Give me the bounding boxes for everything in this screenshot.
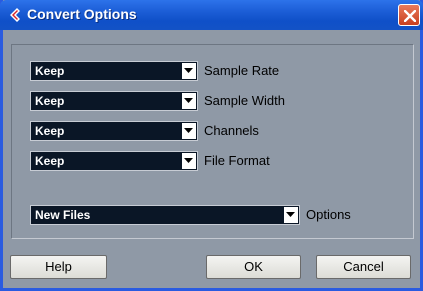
help-button[interactable]: Help [10, 255, 107, 279]
cancel-button[interactable]: Cancel [316, 255, 411, 279]
chevron-down-icon[interactable] [284, 207, 298, 223]
convert-options-dialog: Convert Options Keep Sample Rate Keep Sa… [0, 0, 423, 291]
sample-width-select[interactable]: Keep [30, 91, 198, 111]
file-format-value: Keep [35, 154, 65, 168]
ok-button[interactable]: OK [206, 255, 301, 279]
sample-width-value: Keep [35, 94, 65, 108]
channels-value: Keep [35, 124, 65, 138]
files-row: New Files Options [30, 205, 390, 225]
chevron-down-icon[interactable] [182, 93, 196, 109]
channels-row: Keep Channels [30, 121, 330, 141]
close-button[interactable] [398, 4, 420, 26]
file-format-label: File Format [204, 153, 270, 168]
chevron-down-icon[interactable] [182, 63, 196, 79]
files-select[interactable]: New Files [30, 205, 300, 225]
window-title: Convert Options [27, 6, 137, 22]
sample-rate-label: Sample Rate [204, 63, 280, 78]
sample-rate-value: Keep [35, 64, 65, 78]
chevron-down-icon[interactable] [182, 123, 196, 139]
title-bar[interactable]: Convert Options [0, 0, 423, 30]
channels-select[interactable]: Keep [30, 121, 198, 141]
options-panel: Keep Sample Rate Keep Sample Width Keep [11, 44, 414, 239]
files-label: Options [306, 207, 351, 222]
file-format-select[interactable]: Keep [30, 151, 198, 171]
sample-rate-select[interactable]: Keep [30, 61, 198, 81]
close-icon [404, 10, 416, 22]
channels-label: Channels [204, 123, 259, 138]
chevron-down-icon[interactable] [182, 153, 196, 169]
sample-width-label: Sample Width [204, 93, 285, 108]
sample-rate-row: Keep Sample Rate [30, 61, 330, 81]
cubase-logo-icon [7, 7, 23, 23]
file-format-row: Keep File Format [30, 151, 330, 171]
sample-width-row: Keep Sample Width [30, 91, 330, 111]
files-value: New Files [35, 208, 91, 222]
